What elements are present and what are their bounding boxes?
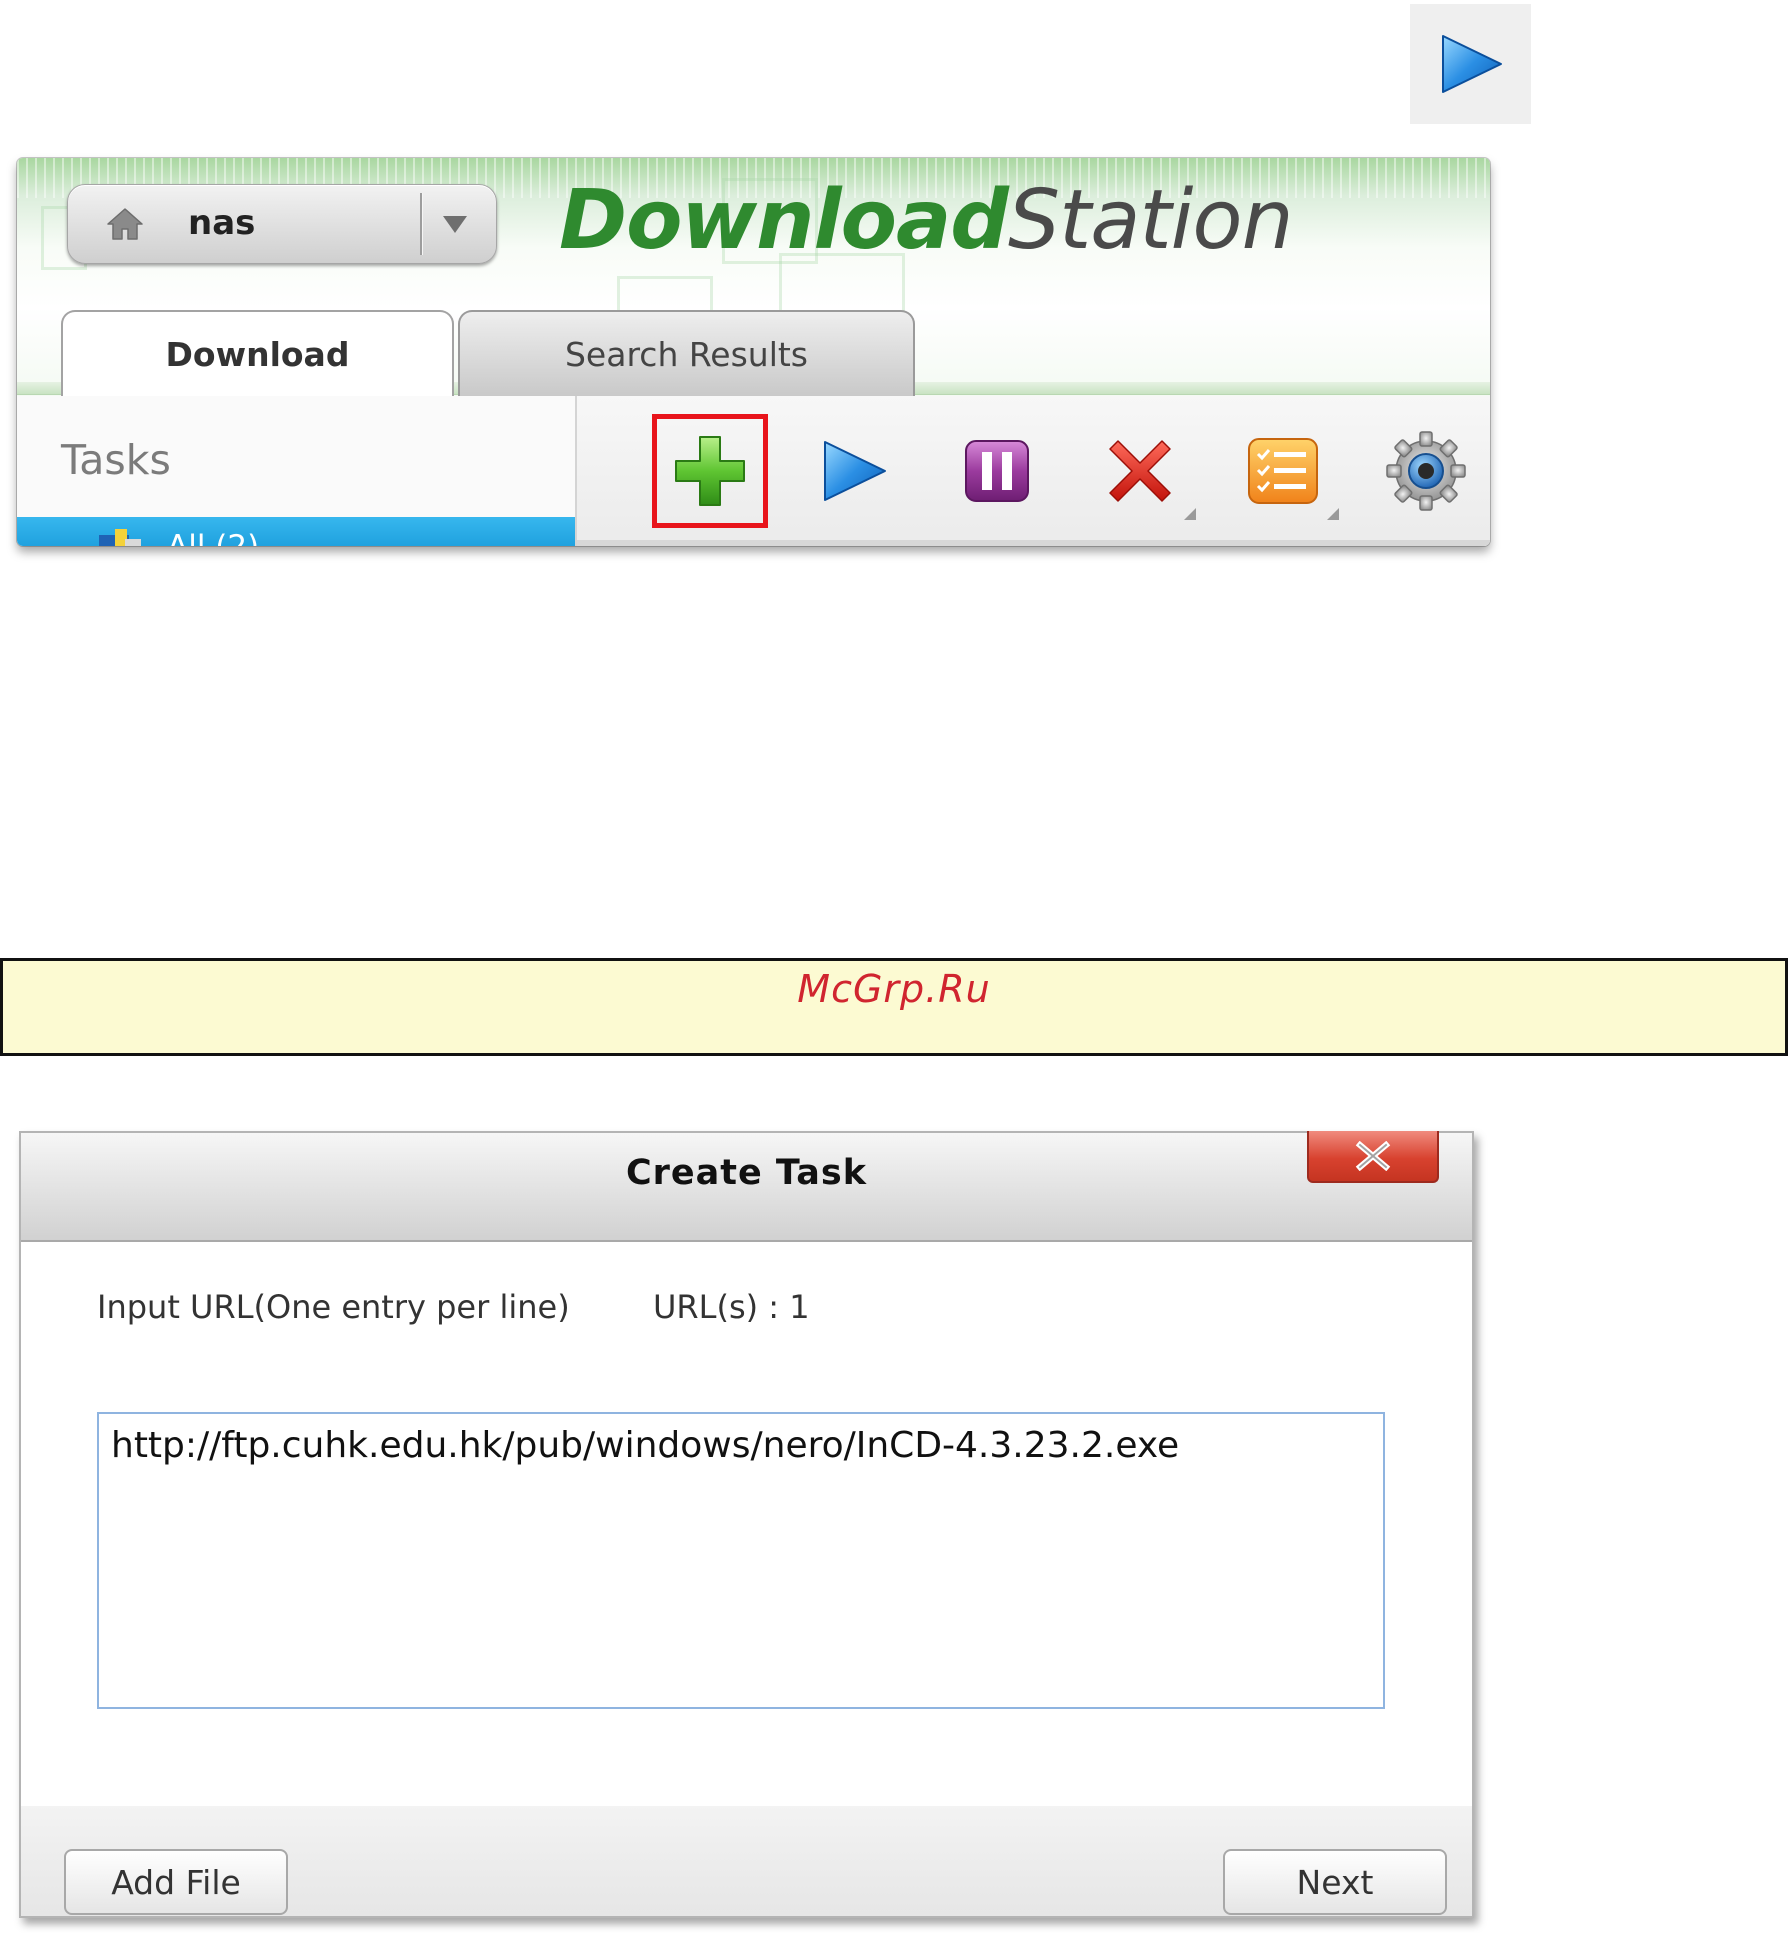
logo-text-bold: Download [559, 173, 1009, 268]
sidebar-title: Tasks [61, 436, 171, 484]
delete-x-icon [1109, 440, 1171, 502]
task-list-button[interactable] [1225, 414, 1341, 528]
next-button[interactable]: Next [1223, 1849, 1447, 1915]
dialog-body: Input URL(One entry per line) URL(s) : 1… [21, 1242, 1472, 1806]
home-icon [107, 208, 143, 240]
pause-button[interactable] [939, 414, 1055, 528]
selector-divider [420, 193, 422, 255]
menu-arrow-icon [1184, 508, 1196, 520]
url-textarea[interactable]: http://ftp.cuhk.edu.hk/pub/windows/nero/… [97, 1412, 1385, 1709]
dialog-title: Create Task [625, 1153, 868, 1193]
add-file-button[interactable]: Add File [64, 1849, 288, 1915]
toolbar [575, 396, 1490, 546]
server-selector[interactable]: nas [67, 184, 497, 264]
add-task-button[interactable] [652, 414, 768, 528]
server-name: nas [188, 203, 256, 243]
plus-icon [675, 436, 745, 506]
settings-button[interactable] [1368, 414, 1484, 528]
dialog-titlebar: Create Task [21, 1131, 1472, 1242]
pause-icon [965, 440, 1029, 502]
app-header: nas DownloadStation Download Search Resu… [17, 158, 1490, 396]
app-logo: DownloadStation [559, 180, 1294, 262]
url-count: URL(s) : 1 [653, 1288, 810, 1326]
tab-search-results[interactable]: Search Results [458, 310, 915, 396]
chevron-down-icon[interactable] [441, 213, 469, 235]
note-banner: McGrp.Ru [0, 958, 1788, 1056]
sidebar-item-all[interactable]: All (2) [17, 517, 575, 546]
toolbar-bottom-border [577, 540, 1490, 546]
close-button[interactable] [1307, 1131, 1439, 1183]
sidebar: Tasks All (2) [17, 396, 575, 546]
play-icon [824, 441, 886, 501]
close-icon [1355, 1141, 1391, 1171]
dialog-footer: Add File Next [21, 1806, 1472, 1916]
create-task-dialog: Create Task Input URL(One entry per line… [19, 1131, 1474, 1918]
standalone-play-button [1410, 4, 1531, 124]
watermark-text: McGrp.Ru [797, 967, 991, 1011]
url-input-label: Input URL(One entry per line) [97, 1288, 570, 1326]
tab-download[interactable]: Download [61, 310, 454, 396]
delete-button[interactable] [1082, 414, 1198, 528]
sidebar-item-label: All (2) [167, 529, 259, 546]
download-station-window: nas DownloadStation Download Search Resu… [17, 158, 1490, 546]
menu-arrow-icon [1327, 508, 1339, 520]
tasks-icon [99, 529, 141, 546]
play-icon [1441, 35, 1502, 93]
gear-icon [1386, 431, 1466, 511]
resume-button[interactable] [796, 414, 912, 528]
logo-text-regular: Station [1008, 173, 1294, 268]
checklist-icon [1248, 438, 1318, 504]
